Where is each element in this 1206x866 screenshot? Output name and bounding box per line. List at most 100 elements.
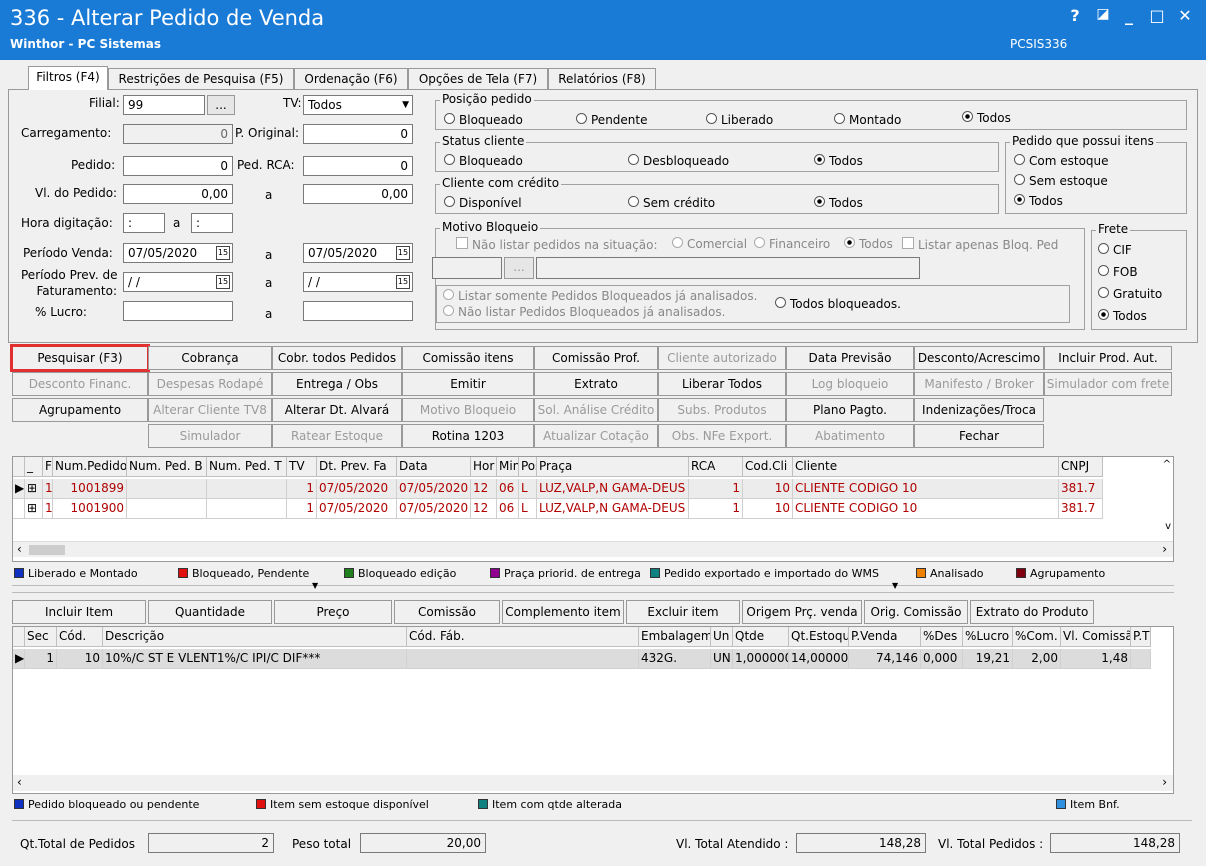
posicao-liberado-radio[interactable]: Liberado [706, 113, 773, 127]
calendar-icon[interactable]: 15 [396, 275, 410, 289]
column-header[interactable]: P.T [1131, 627, 1151, 647]
filial-lookup-button[interactable]: ... [207, 95, 235, 115]
liberar-todos-button[interactable]: Liberar Todos [658, 372, 786, 396]
orig-comissao-button[interactable]: Orig. Comissão [864, 600, 968, 624]
preco-button[interactable]: Preço [274, 600, 392, 624]
pesquisar-f3-button[interactable]: Pesquisar (F3) [10, 344, 150, 372]
p-original-input[interactable]: 0 [303, 124, 413, 144]
periodo-prev-from-input[interactable]: / / 15 [123, 272, 233, 292]
tv-select[interactable]: Todos ▼ [303, 95, 413, 115]
despesas-rodape-button[interactable]: Despesas Rodapé [148, 372, 272, 396]
hora-from-input[interactable]: : [123, 213, 165, 233]
comissao-itens-button[interactable]: Comissão itens [402, 346, 534, 370]
splitter-down-icon[interactable]: ▼ [312, 581, 318, 590]
alterar-cliente-tv8-button[interactable]: Alterar Cliente TV8 [148, 398, 272, 422]
tab-ordenacao[interactable]: Ordenação (F6) [294, 68, 408, 90]
horizontal-scrollbar[interactable]: ‹ › [13, 541, 1173, 557]
todos-bloqueados-radio[interactable]: Todos bloqueados. [775, 297, 901, 311]
cobr-todos-pedidos-button[interactable]: Cobr. todos Pedidos [272, 346, 402, 370]
column-header[interactable]: P.Venda [849, 627, 921, 647]
ped-rca-input[interactable]: 0 [303, 156, 413, 176]
subs-produtos-button[interactable]: Subs. Produtos [658, 398, 786, 422]
carregamento-input[interactable]: 0 [123, 124, 233, 144]
column-header[interactable]: Cód. [57, 627, 103, 647]
column-header[interactable]: Pos [519, 457, 537, 477]
credito-todos-radio[interactable]: Todos [814, 196, 863, 210]
column-header[interactable]: Cliente [793, 457, 1059, 477]
column-header[interactable]: Embalagem [639, 627, 711, 647]
column-header[interactable]: Vl. Comissão [1061, 627, 1131, 647]
column-header[interactable]: %Des [921, 627, 963, 647]
calendar-icon[interactable]: 15 [216, 275, 230, 289]
column-header[interactable]: Num. Ped. B [127, 457, 207, 477]
fechar-button[interactable]: Fechar [914, 424, 1044, 448]
scroll-thumb[interactable] [29, 545, 65, 555]
posicao-pendente-radio[interactable]: Pendente [576, 113, 648, 127]
calendar-icon[interactable]: 15 [396, 246, 410, 260]
column-header[interactable]: Cód. Fáb. [407, 627, 639, 647]
column-header[interactable]: Min [497, 457, 519, 477]
posicao-bloqueado-radio[interactable]: Bloqueado [444, 113, 523, 127]
maximize-button[interactable]: □ [1146, 6, 1168, 25]
origem-prc-venda-button[interactable]: Origem Prç. venda [742, 600, 862, 624]
posicao-todos-radio[interactable]: Todos [962, 111, 1011, 125]
column-header[interactable] [13, 627, 25, 647]
credito-disponivel-radio[interactable]: Disponível [444, 196, 522, 210]
status-todos-radio[interactable]: Todos [814, 154, 863, 168]
simulador-button[interactable]: Simulador [148, 424, 272, 448]
nao-listar-checkbox[interactable]: Não listar pedidos na situação: [456, 237, 658, 252]
indenizacoes-troca-button[interactable]: Indenizações/Troca [914, 398, 1044, 422]
scroll-right-icon[interactable]: › [1162, 775, 1167, 789]
scroll-right-icon[interactable]: › [1162, 542, 1167, 556]
desconto-financ-button[interactable]: Desconto Financ. [12, 372, 148, 396]
comissao-button[interactable]: Comissão [394, 600, 500, 624]
scroll-left-icon[interactable]: ‹ [17, 775, 22, 789]
frete-cif-radio[interactable]: CIF [1098, 243, 1132, 257]
quantidade-button[interactable]: Quantidade [148, 600, 272, 624]
incluir-item-button[interactable]: Incluir Item [12, 600, 146, 624]
nao-listar-bloq-radio[interactable]: Não listar Pedidos Bloqueados já analisa… [443, 305, 725, 319]
column-header[interactable]: Cod.Cli [743, 457, 793, 477]
scroll-up-icon[interactable]: ^ [1163, 459, 1171, 470]
tab-opcoes-tela[interactable]: Opções de Tela (F7) [408, 68, 548, 90]
simulador-com-frete-button[interactable]: Simulador com frete [1044, 372, 1172, 396]
lucro-to-input[interactable] [303, 301, 413, 321]
ratear-estoque-button[interactable]: Ratear Estoque [272, 424, 402, 448]
frete-gratuito-radio[interactable]: Gratuito [1098, 287, 1162, 301]
column-header[interactable]: Num.Pedido [53, 457, 127, 477]
vl-pedido-from-input[interactable]: 0,00 [123, 184, 233, 204]
pedido-input[interactable]: 0 [123, 156, 233, 176]
credito-sem-radio[interactable]: Sem crédito [628, 196, 715, 210]
rotina-1203-button[interactable]: Rotina 1203 [402, 424, 534, 448]
motivo-desc-input[interactable] [536, 257, 920, 279]
motivo-code-input[interactable] [432, 257, 502, 279]
column-header[interactable]: Num. Ped. T [207, 457, 287, 477]
vl-pedido-to-input[interactable]: 0,00 [303, 184, 413, 204]
tab-restricoes[interactable]: Restrições de Pesquisa (F5) [108, 68, 294, 90]
splitter[interactable]: ▼ ▼ [12, 581, 1174, 593]
log-bloqueio-button[interactable]: Log bloqueio [786, 372, 914, 396]
listar-apenas-checkbox[interactable]: Listar apenas Bloq. Ped [902, 237, 1058, 252]
column-header[interactable]: Un [711, 627, 733, 647]
column-header[interactable]: Descrição [103, 627, 407, 647]
scroll-left-icon[interactable]: ‹ [17, 542, 22, 556]
close-button[interactable]: ✕ [1174, 6, 1196, 25]
orders-table[interactable]: _FiliaNum.PedidoNum. Ped. BNum. Ped. TTV… [12, 456, 1174, 562]
column-header[interactable]: Sec [25, 627, 57, 647]
frete-fob-radio[interactable]: FOB [1098, 265, 1138, 279]
column-header[interactable] [13, 457, 25, 477]
sol-analise-credito-button[interactable]: Sol. Análise Crédito [534, 398, 658, 422]
column-header[interactable]: Dt. Prev. Fa [317, 457, 397, 477]
alterar-dt-alvara-button[interactable]: Alterar Dt. Alvará [272, 398, 402, 422]
incluir-prod-aut-button[interactable]: Incluir Prod. Aut. [1044, 346, 1172, 370]
cobranca-button[interactable]: Cobrança [148, 346, 272, 370]
extrato-button[interactable]: Extrato [534, 372, 658, 396]
scroll-down-icon[interactable]: v [1165, 521, 1171, 532]
comissao-prof-button[interactable]: Comissão Prof. [534, 346, 658, 370]
desconto-acrescimo-button[interactable]: Desconto/Acrescimo [914, 346, 1044, 370]
itens-todos-radio[interactable]: Todos [1014, 194, 1063, 208]
column-header[interactable]: _ [25, 457, 43, 477]
column-header[interactable]: Qt.Estoqu [789, 627, 849, 647]
emitir-button[interactable]: Emitir [402, 372, 534, 396]
motivo-bloqueio-button[interactable]: Motivo Bloqueio [402, 398, 534, 422]
